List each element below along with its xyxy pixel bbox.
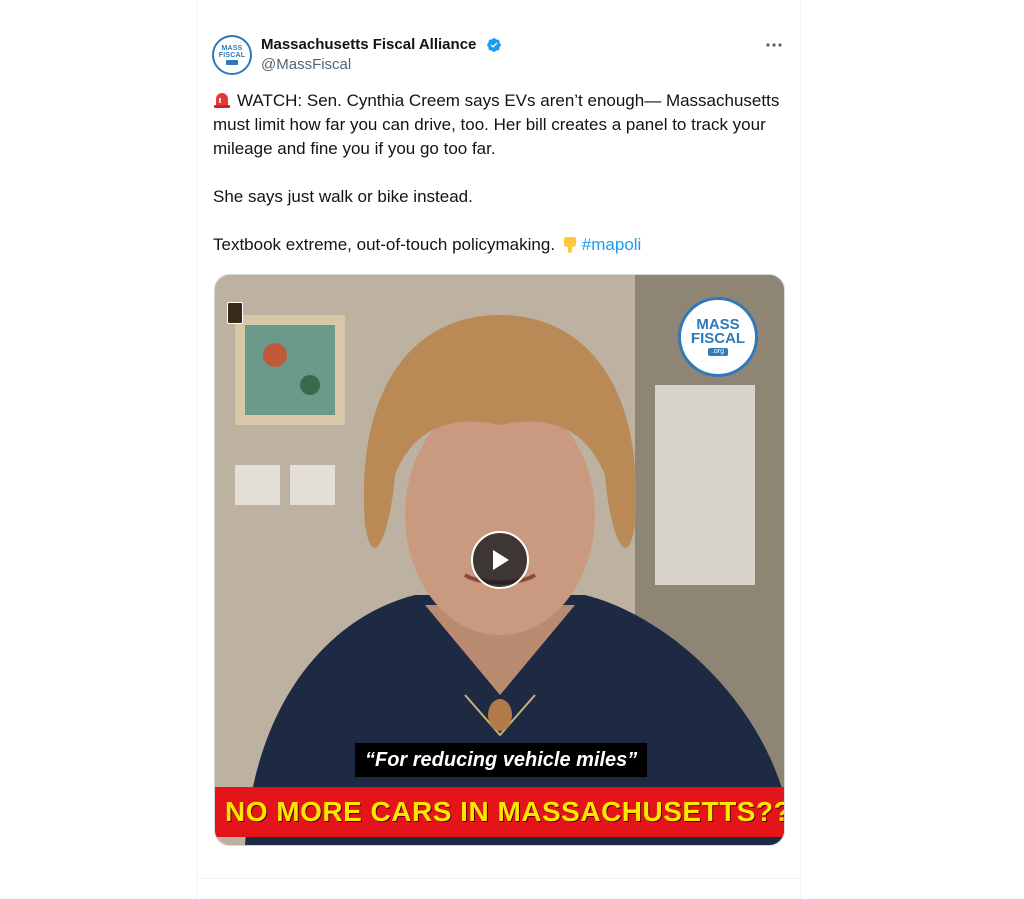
pointing-down-icon bbox=[563, 237, 576, 253]
tweet-line-3: Textbook extreme, out-of-touch policymak… bbox=[213, 235, 556, 254]
verified-badge-icon bbox=[487, 38, 501, 52]
timeline-column: MASS FISCAL Massachusetts Fiscal Allianc… bbox=[196, 0, 801, 899]
video-caption: “For reducing vehicle miles” bbox=[355, 743, 648, 777]
avatar[interactable]: MASS FISCAL bbox=[212, 35, 252, 75]
logo-org: .org bbox=[707, 348, 729, 356]
tweet[interactable]: MASS FISCAL Massachusetts Fiscal Allianc… bbox=[197, 0, 800, 879]
video-banner: NO MORE CARS IN MASSACHUSETTS??? bbox=[215, 787, 784, 837]
mass-fiscal-logo: MASS FISCAL .org bbox=[678, 297, 758, 377]
play-button[interactable] bbox=[471, 531, 529, 589]
page: MASS FISCAL Massachusetts Fiscal Allianc… bbox=[0, 0, 1024, 899]
banner-text: NO MORE CARS IN MASSACHUSETTS??? bbox=[225, 796, 784, 827]
avatar-line-2: FISCAL bbox=[218, 52, 246, 59]
tweet-paragraph-3: Textbook extreme, out-of-touch policymak… bbox=[213, 233, 783, 257]
play-icon bbox=[493, 550, 509, 570]
hashtag-link[interactable]: #mapoli bbox=[582, 235, 642, 254]
handle[interactable]: @MassFiscal bbox=[261, 56, 351, 74]
video-player[interactable]: MASS FISCAL .org “For reducing vehicle m… bbox=[214, 274, 785, 846]
avatar-map-icon bbox=[226, 60, 238, 65]
tweet-line-2: She says just walk or bike instead. bbox=[213, 187, 473, 206]
more-options-icon[interactable] bbox=[763, 35, 785, 55]
logo-line-2: FISCAL bbox=[690, 330, 746, 347]
tweet-text: WATCH: Sen. Cynthia Creem says EVs aren’… bbox=[213, 89, 783, 257]
siren-icon bbox=[214, 93, 230, 108]
tweet-paragraph-1: WATCH: Sen. Cynthia Creem says EVs aren’… bbox=[213, 89, 783, 161]
display-name[interactable]: Massachusetts Fiscal Alliance bbox=[261, 36, 476, 54]
avatar-line-1: MASS bbox=[221, 45, 243, 52]
tweet-line-1: WATCH: Sen. Cynthia Creem says EVs aren’… bbox=[213, 91, 780, 158]
banner-marker-icon bbox=[227, 302, 243, 324]
